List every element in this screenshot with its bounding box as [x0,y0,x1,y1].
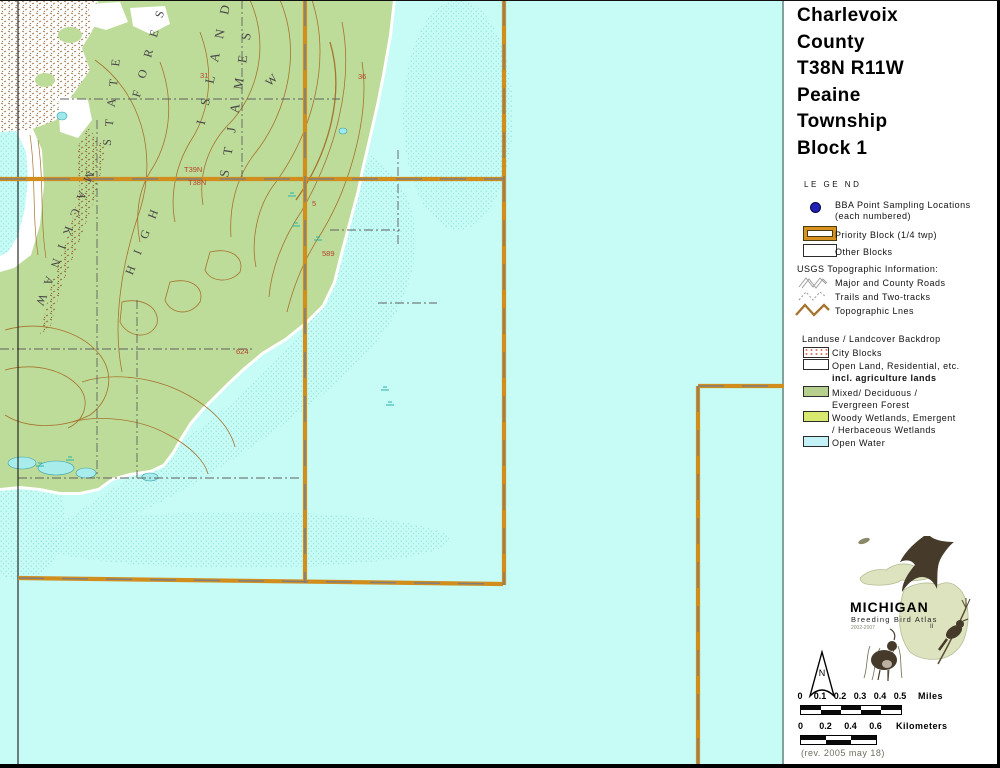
title-line: County [797,30,904,57]
scale-tick: 0 [788,721,813,731]
scale-tick: 0.3 [850,691,870,701]
map-title: CharlevoixCountyT38N R11WPeaineTownshipB… [797,3,904,162]
miles-scale-ticks: 00.10.20.30.40.5 Miles [790,691,943,701]
scale-bar-cell [801,710,821,714]
legend-woody-line1: Woody Wetlands, Emergent [832,413,956,423]
legend-swatch-priority-block [803,226,837,241]
title-line: T38N R11W [797,56,904,83]
logo-years: 2002-2007 [851,625,875,631]
legend-bba-label-line2: (each numbered) [835,211,911,221]
topo-map: F O R E S TS T A T EM A C K I N A WI S L… [0,0,784,764]
logo-numeral: II [930,624,934,630]
scale-bar-cell [861,710,881,714]
legend-swatch-woody-wetlands [803,411,829,422]
scale-bar-cell [881,710,901,714]
legend-bba-label-line1: BBA Point Sampling Locations [835,200,971,210]
scale-tick: 0.2 [830,691,850,701]
scale-bar-cell [841,710,861,714]
legend-open-land-line1: Open Land, Residential, etc. [832,361,960,371]
legend-priority-block-label: Priority Block (1/4 twp) [835,230,937,240]
bottom-border [0,764,1000,768]
legend-mixed-line2: Evergreen Forest [832,400,910,410]
title-line: Block 1 [797,136,904,163]
legend-trails-label: Trails and Two-tracks [835,292,931,302]
kilometers-unit-label: Kilometers [896,721,948,731]
trails-dotted-zigzag-icon [798,289,828,303]
scale-tick: 0.2 [813,721,838,731]
title-line: Charlevoix [797,3,904,30]
kilometers-scale-bar [800,735,877,745]
legend-landuse-header: Landuse / Landcover Backdrop [802,334,941,344]
scale-tick: 0.5 [890,691,910,701]
legend-swatch-mixed-forest [803,386,829,397]
legend-other-blocks-label: Other Blocks [835,247,893,257]
legend-open-land-line2: incl. agriculture lands [832,373,937,383]
bba-point-icon [810,202,821,213]
leaf-icon [858,537,871,546]
topo-map-graphic [0,0,784,764]
legend-mixed-line1: Mixed/ Deciduous / [832,388,918,398]
legend-swatch-other-blocks [803,244,837,257]
title-line: Township [797,109,904,136]
topo-lines-zigzag-icon [794,302,832,319]
scale-tick: 0.6 [863,721,888,731]
legend-topo-lines-label: Topographic Lnes [835,306,914,316]
miles-unit-label: Miles [918,691,943,701]
legend-roads-label: Major and County Roads [835,278,946,288]
legend-usgs-header: USGS Topographic Information: [797,264,938,274]
legend-swatch-open-water [803,436,829,447]
scale-bar-cell [801,740,826,744]
scale-bar-cell [851,740,876,744]
legend-open-water-label: Open Water [832,438,885,448]
legend-city-blocks-label: City Blocks [832,348,882,358]
legend-woody-line2: / Herbaceous Wetlands [832,425,936,435]
logo-state-name: MICHIGAN [850,599,929,615]
scale-tick: 0.4 [870,691,890,701]
logo-subtitle: Breeding Bird Atlas [851,615,938,624]
legend-swatch-city-blocks [803,347,829,358]
top-border [0,0,1000,1]
mbba-logo: MICHIGAN Breeding Bird Atlas 2002-2007 I… [842,528,994,690]
map-sheet: F O R E S TS T A T EM A C K I N A WI S L… [0,0,1000,768]
legend-swatch-open-land [803,359,829,370]
miles-scale-bar [800,705,902,715]
legend-header: LE GE ND [804,180,861,189]
north-label: N [819,668,826,678]
roads-zigzag-icon [798,275,828,290]
scale-bar-cell [826,740,851,744]
scale-tick: 0.1 [810,691,830,701]
scale-bar-cell [821,710,841,714]
kilometers-scale-ticks: 00.20.40.6 Kilometers [788,721,948,731]
info-panel: CharlevoixCountyT38N R11WPeaineTownshipB… [784,0,1000,768]
scale-tick: 0.4 [838,721,863,731]
scale-tick: 0 [790,691,810,701]
quail-icon [864,629,902,681]
title-line: Peaine [797,83,904,110]
revision-note: (rev. 2005 may 18) [801,748,885,758]
